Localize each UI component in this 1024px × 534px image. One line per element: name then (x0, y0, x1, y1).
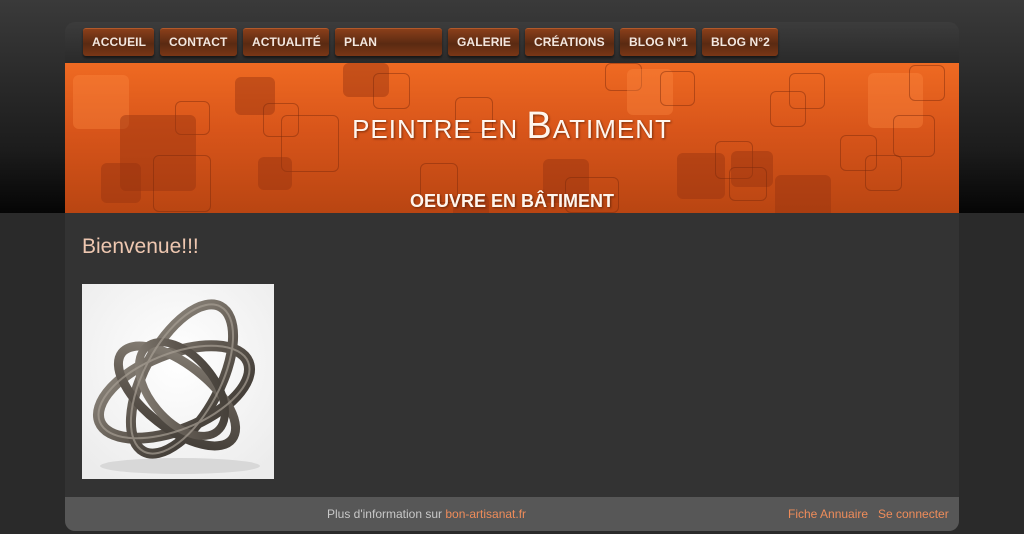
banner-square (258, 157, 292, 190)
page-heading: Bienvenue!!! (82, 235, 199, 258)
nav-item-actualite[interactable]: ACTUALITÉ (243, 28, 329, 56)
site-title-part2: ATIMENT (552, 114, 672, 144)
banner-square (789, 73, 825, 109)
fiche-annuaire-link[interactable]: Fiche Annuaire (788, 507, 868, 521)
knot-sculpture-image (82, 284, 274, 479)
site-title-part1: PEINTRE EN (352, 114, 527, 144)
banner-square (660, 71, 695, 106)
footer-info: Plus d'information sur bon-artisanat.fr (327, 507, 526, 521)
nav-item-accueil[interactable]: ACCUEIL (83, 28, 154, 56)
footer-info-text: Plus d'information sur (327, 507, 446, 521)
nav-bar: ACCUEIL CONTACT ACTUALITÉ PLAN GALERIE C… (65, 22, 959, 63)
nav-item-creations[interactable]: CRÉATIONS (525, 28, 614, 56)
header-banner: PEINTRE EN BATIMENT OEUVRE EN BÂTIMENT (65, 63, 959, 213)
nav-item-contact[interactable]: CONTACT (160, 28, 237, 56)
nav-item-galerie[interactable]: GALERIE (448, 28, 519, 56)
banner-square (865, 155, 902, 191)
nav-item-blog-1[interactable]: BLOG N°1 (620, 28, 696, 56)
banner-square (373, 73, 410, 109)
site-subtitle: OEUVRE EN BÂTIMENT (409, 191, 614, 211)
page-container: ACCUEIL CONTACT ACTUALITÉ PLAN GALERIE C… (65, 22, 959, 531)
footer: Plus d'information sur bon-artisanat.fr … (65, 497, 959, 531)
bon-artisanat-link[interactable]: bon-artisanat.fr (445, 507, 526, 521)
banner-square (909, 65, 945, 101)
sculpture-illustration (82, 284, 274, 479)
nav-item-plan[interactable]: PLAN (335, 28, 442, 56)
site-title: PEINTRE EN BATIMENT (65, 105, 959, 148)
site-title-initial: B (526, 105, 553, 147)
login-link[interactable]: Se connecter (878, 507, 949, 521)
nav-item-blog-2[interactable]: BLOG N°2 (702, 28, 778, 56)
